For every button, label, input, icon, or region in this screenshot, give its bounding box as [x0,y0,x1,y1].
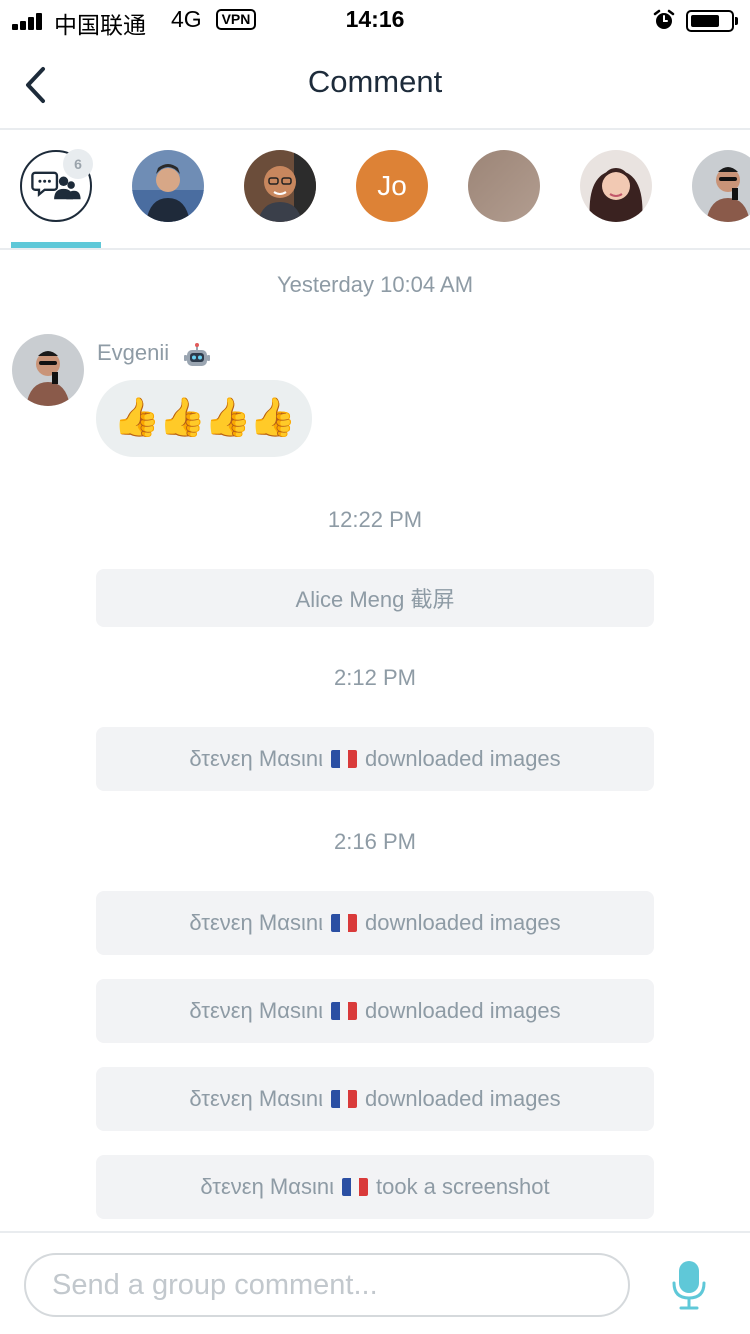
event-action: downloaded images [364,1086,561,1111]
message-bubble[interactable]: 👍👍👍👍 [96,380,312,457]
nav-header: Comment [0,40,750,130]
system-event: δτενεη Μαsιnι downloaded images [96,1067,654,1131]
status-bar: 中国联通 4G VPN 14:16 [0,0,750,40]
system-event: δτενεη Μαsιnι downloaded images [96,891,654,955]
system-event: δτενεη Μαsιnι downloaded images [96,727,654,791]
france-flag-icon [330,914,357,932]
active-tab-indicator [11,242,101,248]
robot-icon [184,343,210,366]
sender-name: Evgenii [97,340,170,365]
timestamp: Yesterday 10:04 AM [276,272,474,297]
participant-avatar-initials[interactable]: Jo [356,150,428,222]
france-flag-icon [330,1090,357,1108]
timestamp: 2:12 PM [334,665,416,690]
france-flag-icon [341,1178,368,1196]
microphone-icon[interactable] [672,1259,706,1311]
group-comment-input[interactable] [24,1253,630,1317]
participant-avatar[interactable] [244,150,316,222]
system-event-text: Alice Meng 截屏 [295,587,455,612]
battery-icon [686,10,738,32]
page-title: Comment [307,64,443,99]
system-event: Alice Meng 截屏 [96,569,654,627]
timestamp: 2:16 PM [334,829,416,854]
participant-avatar[interactable] [132,150,204,222]
status-time: 14:16 [345,6,405,32]
system-event: δτενεη Μαsιnι downloaded images [96,979,654,1043]
sender-avatar[interactable] [12,334,84,406]
timestamp: 12:22 PM [327,507,423,532]
user-name: δτενεη Μαsιnι [200,1174,334,1199]
user-name: δτενεη Μαsιnι [189,1086,323,1111]
participant-strip: 6 Jo [0,132,750,250]
participant-avatar[interactable] [692,150,750,222]
event-action: downloaded images [364,998,561,1023]
user-name: δτενεη Μαsιnι [189,746,323,771]
participant-avatar[interactable] [468,150,540,222]
alarm-icon [653,9,675,29]
event-action: downloaded images [364,746,561,771]
participant-avatar[interactable] [580,150,652,222]
france-flag-icon [330,750,357,768]
user-name: δτενεη Μαsιnι [189,910,323,935]
event-action: took a screenshot [375,1174,550,1199]
system-event: δτενεη Μαsιnι took a screenshot [96,1155,654,1219]
unread-count-badge: 6 [63,149,93,179]
comment-composer [0,1231,750,1334]
event-action: downloaded images [364,910,561,935]
france-flag-icon [330,1002,357,1020]
user-name: δτενεη Μαsιnι [189,998,323,1023]
